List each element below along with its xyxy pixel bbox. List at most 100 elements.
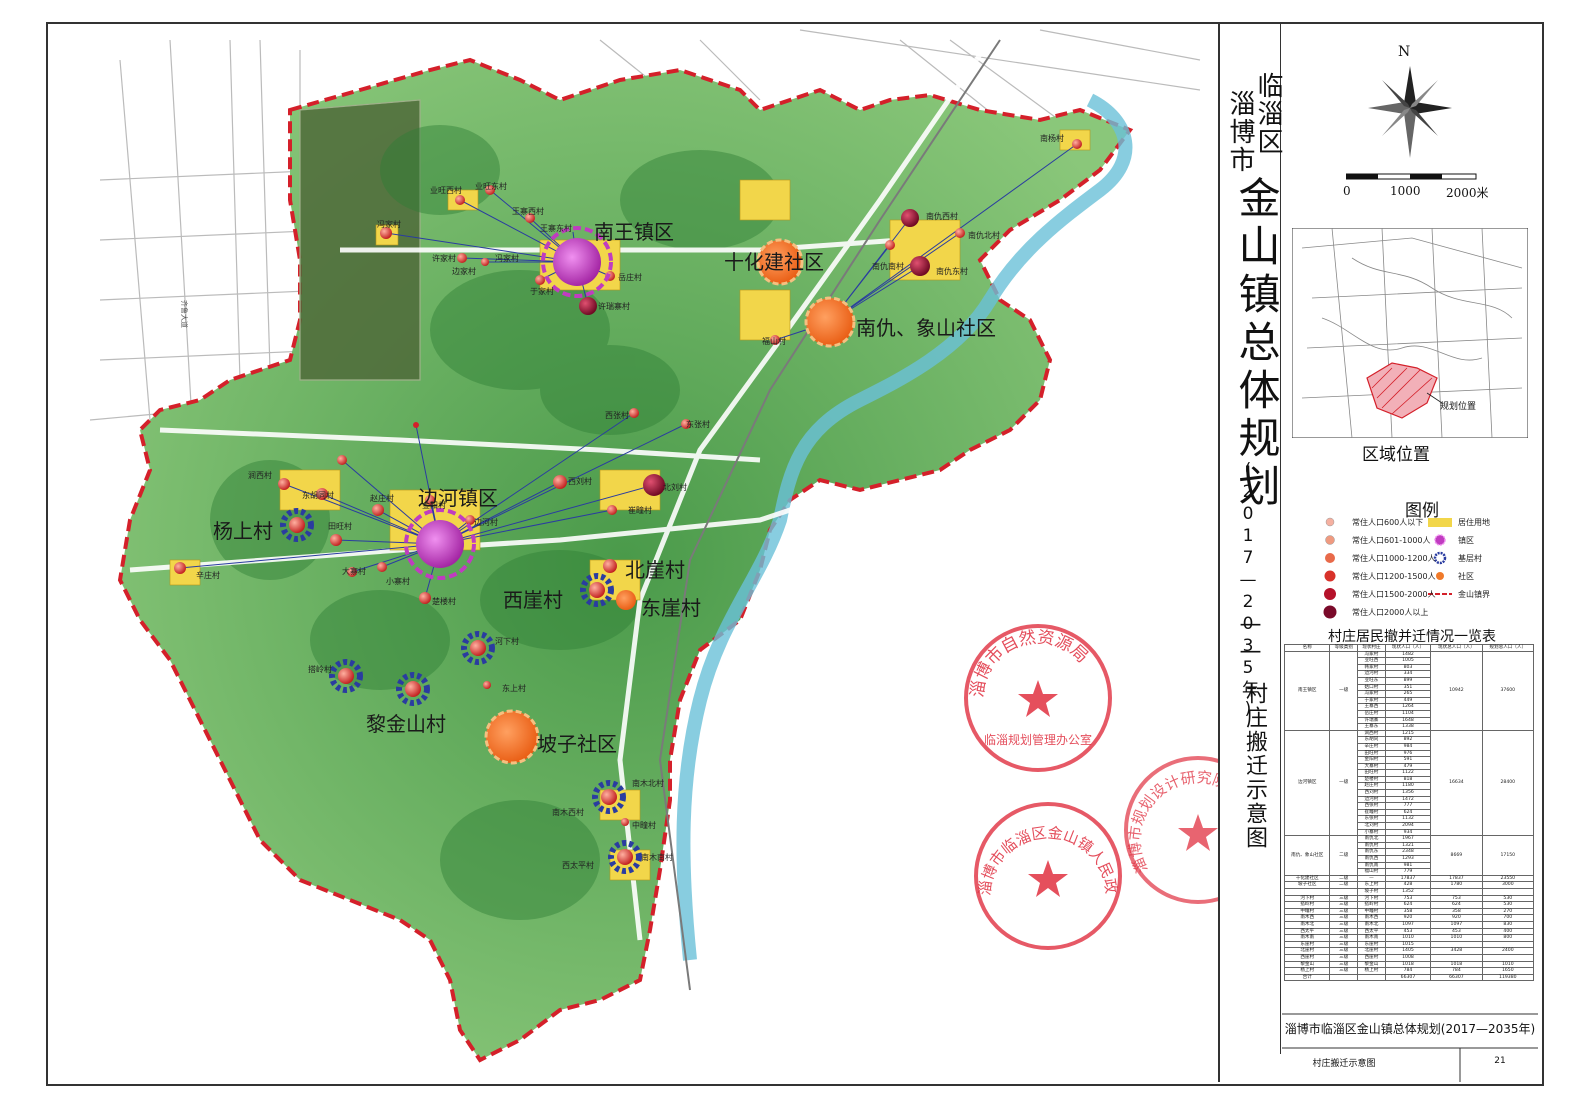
label-v: 田旺村 <box>328 522 352 531</box>
table-cell: 冯家村 <box>1357 690 1386 698</box>
table-cell: 三级 <box>1329 947 1359 955</box>
table-cell: 三级 <box>1329 914 1359 922</box>
table-cell: 南仇、象山社区 <box>1283 835 1331 876</box>
table-cell: 西崖村 <box>1283 953 1331 962</box>
table-cell <box>1481 887 1535 896</box>
label-v: 业旺东村 <box>475 182 507 191</box>
table-cell: 西太平 <box>1357 927 1386 936</box>
table-header: 等级类别 <box>1329 644 1359 652</box>
table-row: 搭岭村 三级 搭岭村 624 624 530 <box>1283 901 1535 909</box>
table-cell: 624 <box>1384 808 1432 817</box>
legend-item: 居住用地 <box>1458 518 1490 527</box>
table-cell: 三级 <box>1329 953 1359 962</box>
table-header: 现状总人口（人） <box>1430 644 1483 652</box>
title-subtitle: 村庄搬迁示意图 <box>1242 682 1267 850</box>
table-cell: 河下村 <box>1283 894 1331 903</box>
table-cell: 1650 <box>1481 967 1535 975</box>
table-cell: 冯家村 <box>1357 650 1386 659</box>
legend-symbols <box>1323 517 1452 619</box>
table-cell: 河下村 <box>1357 894 1386 903</box>
table-cell <box>1430 940 1483 949</box>
table-cell: 东上村 <box>1357 881 1386 889</box>
table-row: 中疃村 三级 中疃村 358 358 270 <box>1283 907 1535 916</box>
table-cell <box>1430 887 1483 896</box>
table-row: 坡子村 1352 <box>1283 887 1535 896</box>
table-cell: 楚楼村 <box>1357 775 1386 784</box>
table-row: 边河镇区 一级 涧西村 1215 16634 28400 <box>1283 729 1535 837</box>
table-cell: 1122 <box>1384 769 1432 777</box>
table-cell: 金阳村 <box>1357 756 1386 764</box>
label-v: 南仇西村 <box>926 212 958 221</box>
table-cell: 1352 <box>1384 887 1432 896</box>
table-cell: 2094 <box>1384 822 1432 830</box>
table-cell: 一级 <box>1329 650 1359 731</box>
label-v: 许瑞寨村 <box>598 302 630 311</box>
table-cell: 1010 <box>1430 934 1483 942</box>
north-label: N <box>1398 44 1411 60</box>
stamp-town-government: 淄博市临淄区金山镇人民政府 <box>968 796 1122 950</box>
table-cell: 1010 <box>1384 934 1432 942</box>
table-cell: 400 <box>1481 927 1535 936</box>
label-v: 冯家村 <box>377 220 401 229</box>
table-cell: 东崖村 <box>1357 940 1386 949</box>
legend-item: 常住人口2000人以上 <box>1352 608 1429 617</box>
table-cell: 779 <box>1384 868 1432 876</box>
scale-bar <box>1346 173 1477 180</box>
label-v: 金阳村 <box>422 501 446 510</box>
table-cell: 1293 <box>1384 855 1432 863</box>
table-cell: 西崖村 <box>1357 953 1386 962</box>
label-v: 福山村 <box>762 337 786 346</box>
table-cell: 784 <box>1430 967 1483 975</box>
table-cell: 中疃村 <box>1283 907 1331 916</box>
table-cell: 1180 <box>1384 782 1432 791</box>
label-v: 西太平村 <box>562 861 594 870</box>
label-v: 边河村 <box>474 518 498 527</box>
scale-zero: 0 <box>1343 184 1351 198</box>
table-header: 现状村庄 <box>1357 644 1386 652</box>
table-header: 名称 <box>1283 644 1331 652</box>
table-cell: 大寨村 <box>1357 762 1386 771</box>
table-cell <box>1329 887 1359 896</box>
table-cell: 16634 <box>1430 729 1483 837</box>
svg-text:淄博市自然资源局: 淄博市自然资源局 <box>968 627 1092 698</box>
legend-item: 常住人口600人以下 <box>1352 518 1424 527</box>
table-row: 南木西 三级 南木西 920 920 700 <box>1283 914 1535 922</box>
table-cell: 1097 <box>1384 920 1432 929</box>
table-cell: 南木南 <box>1357 934 1386 942</box>
label-v: 赵庄村 <box>370 494 394 503</box>
legend-item: 常住人口601-1000人 <box>1352 536 1431 545</box>
table-cell: 753 <box>1384 894 1432 903</box>
table-cell: 2400 <box>1481 947 1535 955</box>
table-row: 坡子社区 二级 东上村 428 1780 3000 <box>1283 881 1535 889</box>
footer-sheet: 村庄搬迁示意图 <box>1312 1059 1376 1069</box>
table-row: 东崖村 三级 东崖村 1015 <box>1283 940 1535 949</box>
table-cell: 1018 <box>1430 960 1483 969</box>
table-cell: 三级 <box>1329 907 1359 916</box>
table-cell: 三级 <box>1329 940 1359 949</box>
table-cell: 王寨西 <box>1357 703 1386 711</box>
label-v: 河下村 <box>495 637 519 646</box>
label-v: 辛庄村 <box>196 571 220 580</box>
table-cell: 976 <box>1384 749 1432 758</box>
table-cell: 453 <box>1384 927 1432 936</box>
table-cell: 3000 <box>1481 881 1535 889</box>
table-header: 规划总人口（人） <box>1481 644 1535 652</box>
table-cell <box>1481 940 1535 949</box>
location-map <box>1292 228 1528 438</box>
label-nanqiu: 南仇、象山社区 <box>856 316 996 340</box>
table-row: 南仇、象山社区 二级 南仇北 1967 8669 17150 <box>1283 835 1535 876</box>
table-row: 西太平 三级 西太平 453 453 400 <box>1283 927 1535 936</box>
table-cell: 920 <box>1384 914 1432 922</box>
table-cell: 韩家村 <box>1357 663 1386 672</box>
table-cell: 334 <box>1384 670 1432 678</box>
label-v: 搭岭村 <box>308 665 332 674</box>
label-v: 南仇南村 <box>872 262 904 271</box>
table-cell: 270 <box>1481 907 1535 916</box>
table-cell: 南王镇区 <box>1283 650 1331 731</box>
table-cell: 三级 <box>1329 927 1359 936</box>
table-cell: 1097 <box>1430 920 1483 929</box>
table-cell: 1104 <box>1384 709 1432 718</box>
table-cell: 753 <box>1430 894 1483 903</box>
table-cell: 坡子社区 <box>1283 881 1331 889</box>
table-cell: 800 <box>1481 934 1535 942</box>
